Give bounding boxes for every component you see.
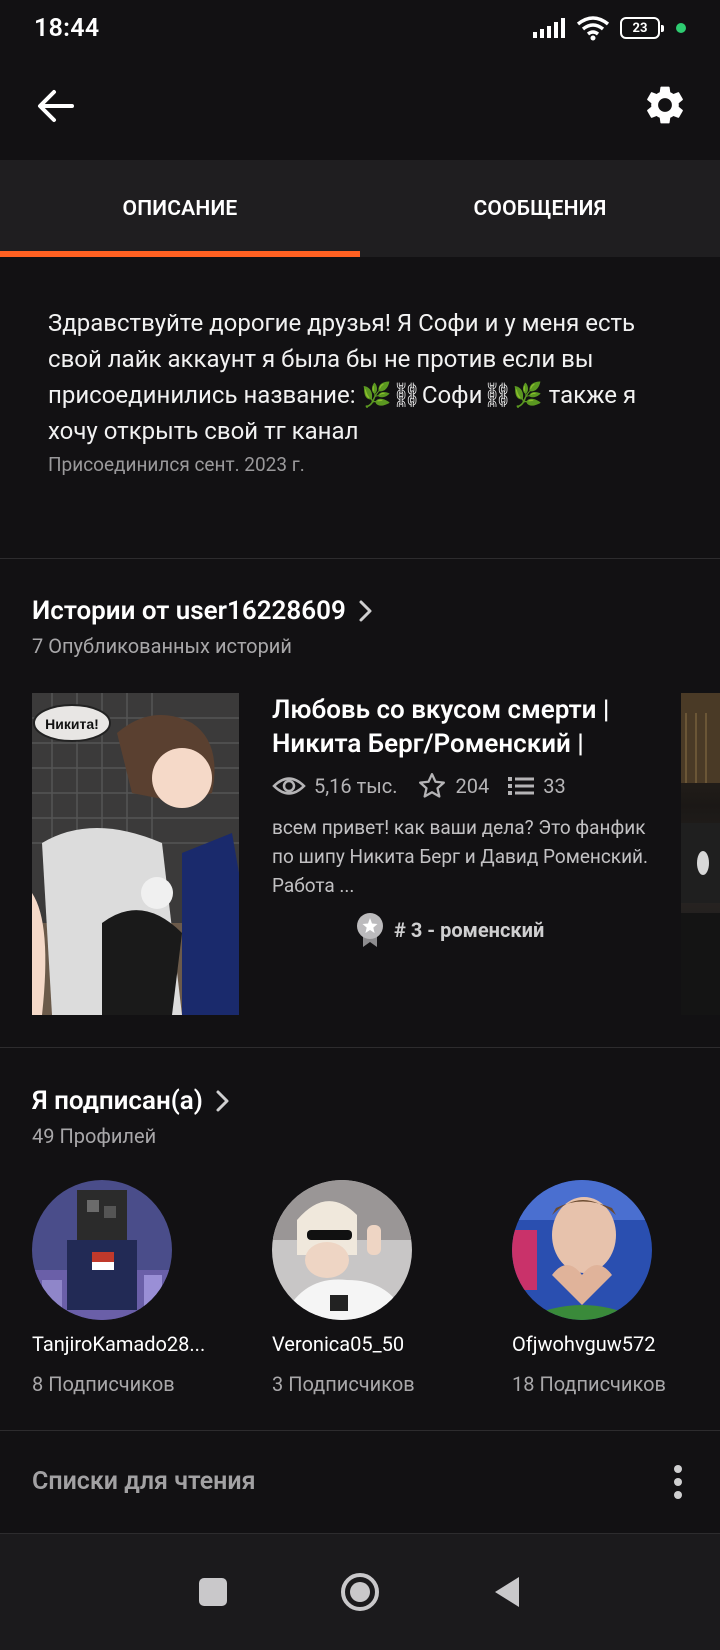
recent-apps-icon[interactable] bbox=[198, 1577, 228, 1607]
wifi-icon bbox=[576, 16, 610, 41]
list-icon bbox=[508, 777, 535, 795]
profile-card[interactable]: Ofjwohvguw572 18 Подписчиков bbox=[512, 1180, 720, 1396]
status-bar: 18:44 23 bbox=[0, 0, 720, 56]
votes-stat: 204 bbox=[416, 771, 490, 801]
star-icon bbox=[418, 773, 445, 798]
profile-card[interactable]: Veronica05_50 3 Подписчиков bbox=[272, 1180, 492, 1396]
profile-name: Ofjwohvguw572 bbox=[512, 1332, 656, 1356]
following-count: 49 Профилей bbox=[32, 1124, 157, 1148]
system-navigation-bar bbox=[0, 1534, 720, 1650]
profile-name: TanjiroKamado28... bbox=[32, 1332, 206, 1356]
tab-messages[interactable]: СООБЩЕНИЯ bbox=[360, 160, 720, 257]
back-triangle-icon[interactable] bbox=[492, 1575, 522, 1609]
stories-count: 7 Опубликованных историй bbox=[32, 634, 292, 658]
story-title: Любовь со вкусом смерти | Никита Берг/Ро… bbox=[272, 695, 610, 759]
stories-title: Истории от user16228609 bbox=[32, 596, 346, 626]
story-rank-badge[interactable]: # 3 - роменский bbox=[356, 912, 652, 948]
profile-tabs: ОПИСАНИЕ СООБЩЕНИЯ bbox=[0, 160, 720, 257]
signal-icon bbox=[533, 18, 565, 38]
profile-followers: 18 Подписчиков bbox=[512, 1372, 666, 1396]
story-description: всем привет! как ваши дела? Это фанфик п… bbox=[272, 816, 649, 897]
rank-text: # 3 - роменский bbox=[394, 918, 545, 942]
profile-description: Здравствуйте дорогие друзья! Я Софи и у … bbox=[48, 305, 678, 476]
status-time: 18:44 bbox=[34, 13, 100, 43]
profile-card[interactable]: TanjiroKamado28... 8 Подписчиков bbox=[32, 1180, 252, 1396]
views-count: 5,16 тыс. bbox=[314, 774, 398, 798]
profile-followers: 8 Подписчиков bbox=[32, 1372, 175, 1396]
cover-speech-bubble: Никита! bbox=[45, 716, 99, 732]
back-arrow-icon[interactable] bbox=[36, 86, 76, 126]
following-section-header[interactable]: Я подписан(а) bbox=[32, 1086, 231, 1116]
eye-icon bbox=[272, 777, 306, 795]
more-vertical-icon[interactable] bbox=[672, 1464, 684, 1500]
parts-count: 33 bbox=[543, 774, 566, 798]
avatar[interactable] bbox=[272, 1180, 412, 1320]
parts-stat: 33 bbox=[507, 774, 566, 798]
divider bbox=[0, 558, 720, 559]
gear-icon[interactable] bbox=[642, 82, 688, 128]
tab-description[interactable]: ОПИСАНИЕ bbox=[0, 160, 360, 257]
status-icons: 23 bbox=[532, 15, 686, 41]
story-cover-image[interactable]: Никита! bbox=[32, 693, 239, 1015]
following-title: Я подписан(а) bbox=[32, 1086, 203, 1116]
joined-date: Присоединился сент. 2023 г. bbox=[48, 453, 305, 476]
reading-lists-row[interactable]: Списки для чтения bbox=[0, 1430, 720, 1533]
avatar[interactable] bbox=[32, 1180, 172, 1320]
description-text: Здравствуйте дорогие друзья! Я Софи и у … bbox=[48, 309, 637, 445]
story-info[interactable]: Любовь со вкусом смерти | Никита Берг/Ро… bbox=[272, 693, 652, 948]
next-story-cover-image[interactable] bbox=[681, 693, 720, 1015]
ribbon-badge-icon bbox=[357, 913, 383, 947]
chevron-right-icon bbox=[216, 1090, 229, 1112]
reading-lists-label: Списки для чтения bbox=[32, 1467, 256, 1496]
battery-icon: 23 bbox=[620, 17, 664, 39]
toolbar bbox=[0, 56, 720, 160]
divider bbox=[0, 1047, 720, 1048]
story-stats: 5,16 тыс. 204 33 bbox=[272, 771, 652, 801]
profile-name: Veronica05_50 bbox=[272, 1332, 405, 1356]
profile-followers: 3 Подписчиков bbox=[272, 1372, 415, 1396]
home-icon[interactable] bbox=[340, 1572, 380, 1612]
stories-section-header[interactable]: Истории от user16228609 bbox=[32, 596, 374, 626]
avatar[interactable] bbox=[512, 1180, 652, 1320]
views-stat: 5,16 тыс. bbox=[272, 774, 398, 798]
votes-count: 204 bbox=[455, 774, 490, 798]
chevron-right-icon bbox=[359, 600, 372, 622]
active-indicator-dot bbox=[676, 23, 686, 33]
